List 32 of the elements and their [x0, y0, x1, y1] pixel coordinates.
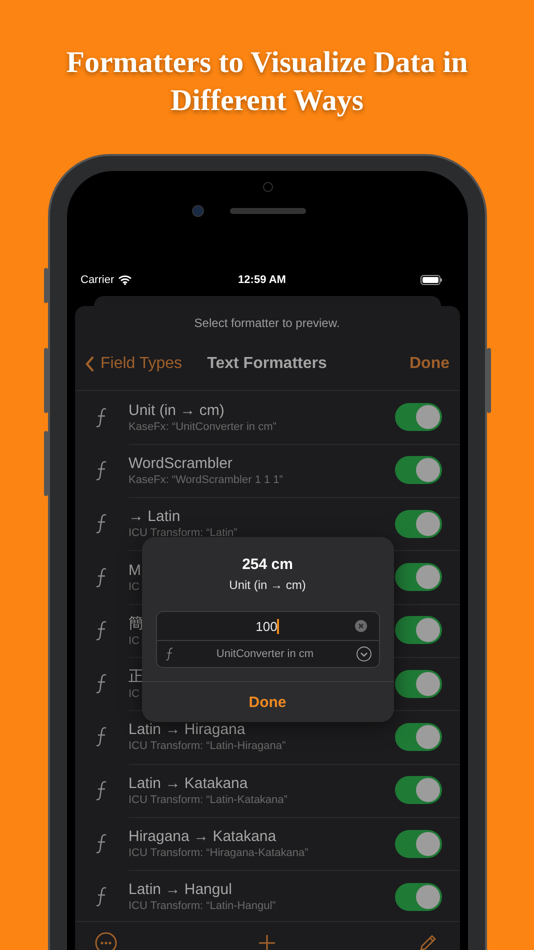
- formatter-title: → Latin: [128, 508, 180, 526]
- headline: Formatters to Visualize Data in Different Ways: [65, 45, 469, 119]
- input-field[interactable]: 100: [156, 612, 378, 641]
- formatter-subtitle: ICU Transform: “Latin”: [128, 527, 238, 540]
- done-button[interactable]: Done: [142, 681, 394, 722]
- formatter-title: 簡: [128, 614, 144, 633]
- formatter-title: M: [128, 562, 141, 579]
- formatter-subtitle: IC: [128, 634, 140, 647]
- hint-text: Select formatter to preview.: [193, 315, 341, 332]
- formatter-picker[interactable]: UnitConverter in cm: [156, 641, 378, 667]
- formatter-title: WordScrambler: [128, 454, 232, 472]
- formatter-subtitle: KaseFx: “WordScrambler 1 1 1”: [128, 474, 283, 486]
- formatter-subtitle: ICU Transform: “Latin-Hangul”: [128, 900, 276, 912]
- formatter-title: Hiragana → Katakana: [128, 828, 276, 846]
- carrier-label: Carrier: [80, 274, 114, 286]
- formatter-title: 正: [128, 667, 144, 686]
- result-text: 254 cm: [242, 556, 293, 573]
- formatter-title: Unit (in → cm): [128, 402, 224, 419]
- formatter-subtitle: ICU Transform: “Latin-Hiragana”: [128, 740, 286, 752]
- nav-title: Text Formatters: [207, 355, 327, 373]
- formatter-subtitle: ICU Transform: “Latin-Katakana”: [128, 794, 288, 806]
- formatter-title: Latin → Katakana: [128, 774, 248, 792]
- back-button[interactable]: Field Types: [84, 355, 182, 373]
- formatter-title: Latin → Hangul: [128, 881, 232, 898]
- formatter-name: Unit (in → cm): [229, 578, 306, 592]
- formatter-subtitle: ICU Transform: “Hiragana-Katakana”: [128, 847, 308, 860]
- status-time: 12:59 AM: [238, 274, 286, 286]
- formatter-subtitle: IC: [128, 688, 140, 700]
- formatter-subtitle: IC: [128, 580, 140, 593]
- formatter-subtitle: KaseFx: “UnitConverter in cm”: [128, 420, 276, 433]
- formatter-title: Latin → Hiragana: [128, 721, 246, 738]
- done-button[interactable]: Done: [410, 355, 450, 373]
